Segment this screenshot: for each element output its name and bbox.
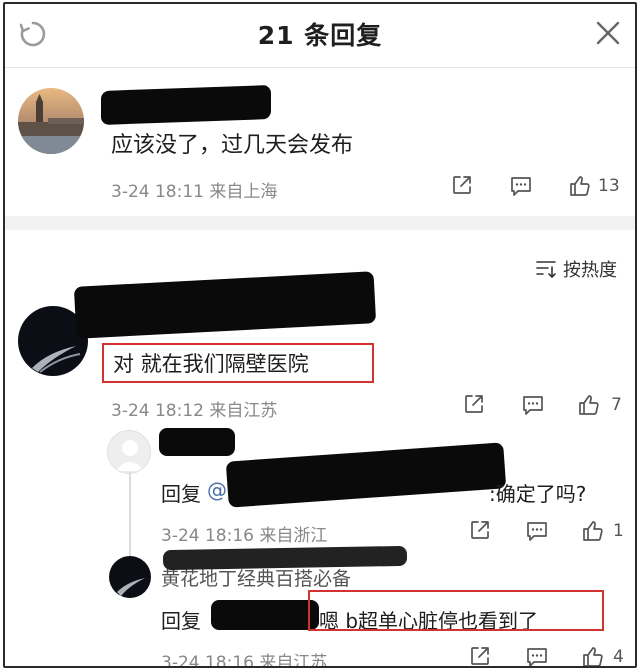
like-button[interactable]: 7 [577,393,622,417]
reply-button[interactable] [525,520,549,542]
mention-redacted [211,600,319,630]
share-icon [453,176,471,194]
like-button[interactable]: 1 [581,519,624,543]
share-button[interactable] [463,393,485,415]
username-redacted [101,85,271,125]
share-button[interactable] [469,519,491,541]
section-divider [5,216,635,230]
sort-button[interactable]: 按热度 [535,256,617,282]
comment-icon [527,648,547,666]
highlight-box [102,343,374,383]
comment-text: 应该没了，过几天会发布 [111,133,354,158]
username-redacted [159,428,235,456]
reply-button[interactable] [509,175,533,197]
highlight-box [308,590,604,631]
comment-meta: 3-24 18:12 来自江苏 [111,401,278,421]
share-icon [471,521,489,539]
username-redacted [73,271,377,339]
sort-icon [536,261,556,278]
username-redacted [162,545,408,571]
comment-panel: 21 条回复 应该没了，过几天会发布 3-24 18:11 来自上海 13 按热… [3,2,637,668]
comment-icon [523,396,543,415]
like-count: 4 [613,647,624,667]
header-divider [5,67,635,68]
close-icon[interactable] [595,20,621,46]
reply-meta: 3-24 18:16 来自江苏 [161,653,328,668]
reply-button[interactable] [525,646,549,666]
like-count: 1 [613,521,624,541]
comment-icon [527,522,547,541]
share-icon [465,395,483,413]
reply-prefix: 回复 [161,482,201,506]
reply-prefix: 回复 [161,609,201,633]
like-count: 7 [611,395,622,415]
avatar[interactable] [107,430,151,474]
panel-header: 21 条回复 [5,4,635,64]
like-count: 13 [598,176,620,196]
avatar[interactable] [18,88,84,154]
sort-label: 按热度 [563,260,617,281]
share-button[interactable] [451,174,473,196]
avatar[interactable] [109,556,151,598]
like-button[interactable]: 4 [581,645,624,667]
mention-at[interactable]: @ [207,478,227,502]
thumbs-up-icon [583,647,603,666]
thumbs-up-icon [579,395,599,415]
thumbs-up-icon [570,176,590,196]
page-title: 21 条回复 [257,21,383,50]
thumbs-up-icon [583,521,603,541]
mention-redacted [225,442,507,508]
comment-meta: 3-24 18:11 来自上海 [111,182,278,202]
share-icon [471,647,489,665]
comment-icon [511,177,531,196]
reply-text: :确定了吗? [489,482,587,506]
reply-meta: 3-24 18:16 来自浙江 [161,526,328,546]
like-button[interactable]: 13 [568,174,620,198]
thread-line [129,472,131,556]
share-button[interactable] [469,645,491,666]
reply-button[interactable] [521,394,545,416]
